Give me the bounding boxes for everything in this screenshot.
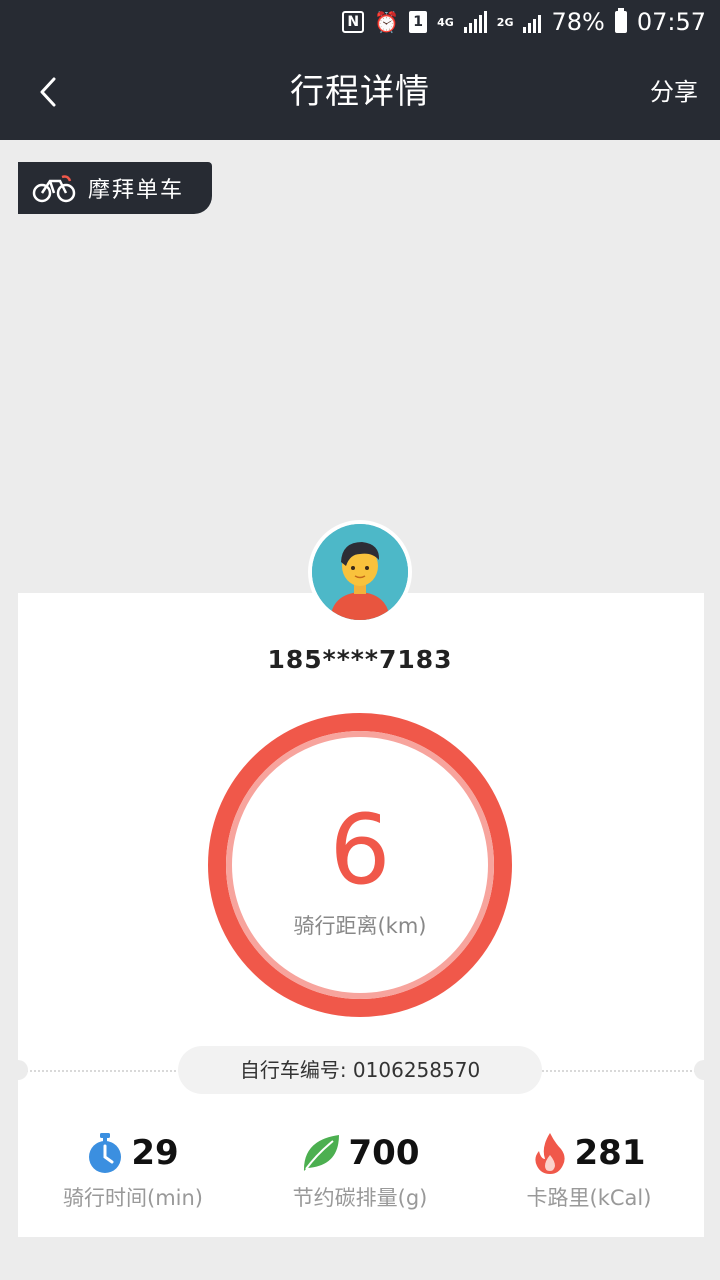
leaf-icon [303, 1135, 339, 1171]
ride-time-label: 骑行时间(min) [63, 1186, 203, 1210]
stat-ride-time: 29 骑行时间(min) [18, 1128, 248, 1212]
bike-id: 自行车编号: 0106258570 [178, 1046, 542, 1094]
signal-strength-icon [463, 11, 487, 33]
flame-icon [534, 1133, 565, 1174]
clock-time: 07:57 [636, 8, 706, 36]
sim-slot-icon: 1 [409, 11, 428, 33]
card-notch-right [694, 1060, 714, 1080]
back-button[interactable] [24, 68, 72, 116]
page-title: 行程详情 [290, 72, 430, 112]
calories-label: 卡路里(kCal) [526, 1186, 652, 1210]
user-avatar-icon [312, 524, 408, 620]
signal-strength-2g-icon [523, 11, 542, 33]
card-notch-left [8, 1060, 28, 1080]
battery-icon [614, 8, 627, 33]
alarm-clock-icon: ⏰ [374, 10, 400, 34]
bike-logo-icon [32, 175, 76, 203]
nfc-icon: N [342, 11, 365, 33]
rider-phone: 185****7183 [267, 645, 453, 674]
ride-time-value: 29 [131, 1133, 179, 1173]
brand-tag: 摩拜单车 [18, 162, 212, 214]
share-button[interactable]: 分享 [650, 44, 698, 140]
stat-carbon-saved: 700 节约碳排量(g) [245, 1128, 475, 1212]
network-2g-label: 2G [496, 15, 514, 29]
carbon-saved-label: 节约碳排量(g) [292, 1186, 428, 1210]
status-bar: N ⏰ 1 4G 2G 78% 07:57 [0, 0, 720, 44]
battery-percent: 78% [551, 8, 605, 36]
calories-value: 281 [574, 1133, 646, 1173]
stat-calories: 281 卡路里(kCal) [474, 1128, 704, 1212]
network-4g-label: 4G [437, 15, 454, 29]
navigation-bar: 行程详情 分享 [0, 44, 720, 140]
distance-value: 6 [329, 794, 391, 906]
brand-name: 摩拜单车 [88, 178, 185, 203]
distance-label: 骑行距离(km) [293, 914, 427, 938]
chevron-left-icon [40, 77, 56, 107]
avatar [308, 520, 412, 624]
stopwatch-icon [89, 1133, 122, 1173]
carbon-saved-value: 700 [348, 1133, 420, 1173]
